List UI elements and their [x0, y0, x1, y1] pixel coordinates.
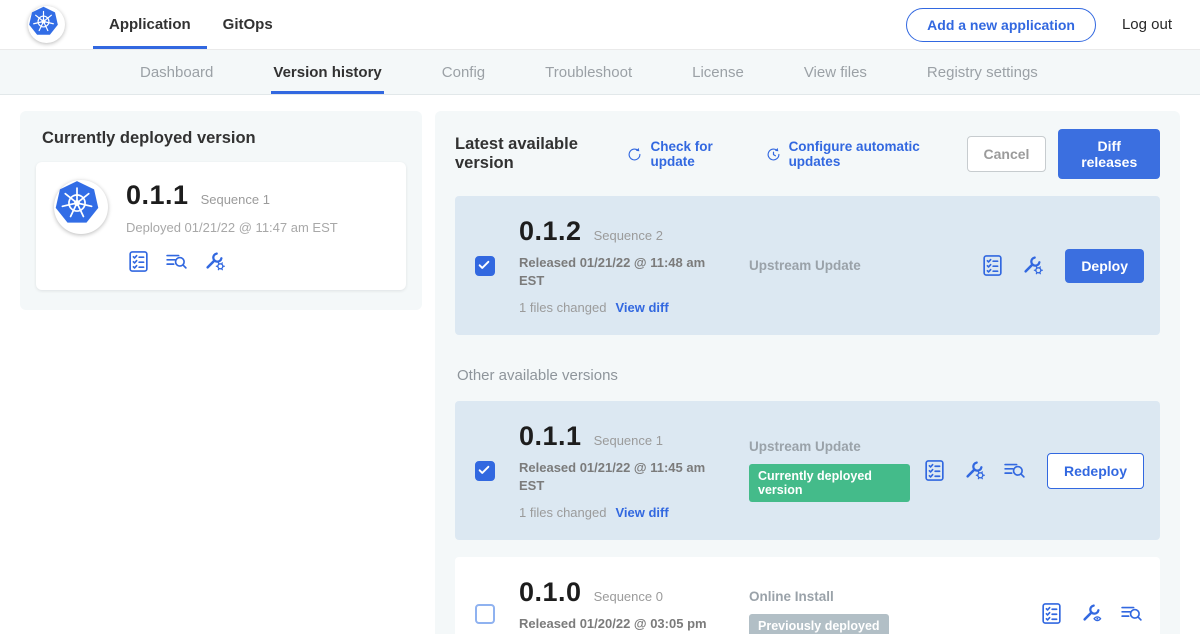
- source-label: Online Install: [749, 589, 1027, 604]
- version-source: Online Install Previously deployed: [749, 589, 1027, 634]
- version-row-0-1-0: 0.1.0 Sequence 0 Released 01/20/22 @ 03:…: [455, 557, 1160, 634]
- kubernetes-wheel-icon: [28, 6, 65, 43]
- sequence-label: Sequence 1: [594, 433, 663, 448]
- version-row-0-1-1: 0.1.1 Sequence 1 Released 01/21/22 @ 11:…: [455, 401, 1160, 540]
- released-timestamp: Released 01/21/22 @ 11:48 am EST: [519, 254, 715, 289]
- deployed-version-number: 0.1.1: [126, 180, 189, 211]
- deploy-logs-icon[interactable]: [1119, 601, 1144, 626]
- subnav-item-dashboard[interactable]: Dashboard: [138, 50, 215, 94]
- configure-automatic-updates-link[interactable]: Configure automatic updates: [765, 139, 941, 169]
- preflight-checks-icon[interactable]: [980, 253, 1005, 278]
- deploy-button[interactable]: Deploy: [1065, 249, 1144, 283]
- app-logo: [54, 180, 108, 234]
- clock-refresh-icon: [765, 146, 782, 163]
- version-source: Upstream Update: [749, 258, 968, 273]
- latest-version-header: Latest available version Check for updat…: [455, 129, 1160, 179]
- kubernetes-logo: [28, 6, 65, 43]
- sequence-label: Sequence 0: [594, 589, 663, 604]
- version-actions: Redeploy: [922, 453, 1144, 489]
- deploy-logs-icon[interactable]: [164, 249, 189, 274]
- latest-version-title: Latest available version: [455, 135, 610, 173]
- released-timestamp: Released 01/20/22 @ 03:05 pm EST: [519, 615, 715, 634]
- deployed-version-tile: 0.1.1 Sequence 1 Deployed 01/21/22 @ 11:…: [36, 162, 406, 290]
- currently-deployed-badge: Currently deployed version: [749, 464, 910, 502]
- check-for-update-label: Check for update: [650, 139, 738, 169]
- version-number: 0.1.2: [519, 216, 582, 247]
- sequence-label: Sequence 2: [594, 228, 663, 243]
- top-nav-right: Add a new application Log out: [906, 8, 1172, 42]
- edit-config-icon[interactable]: [1020, 253, 1045, 278]
- version-checkbox[interactable]: [475, 604, 495, 624]
- main-content: Currently deployed version 0.1.1 Sequenc…: [0, 95, 1200, 634]
- deployed-sequence-label: Sequence 1: [201, 192, 270, 207]
- version-actions: Deploy: [980, 249, 1144, 283]
- check-icon: [477, 258, 493, 274]
- deployed-version-info: 0.1.1 Sequence 1 Deployed 01/21/22 @ 11:…: [126, 180, 338, 274]
- redeploy-button[interactable]: Redeploy: [1047, 453, 1144, 489]
- subnav-item-registry-settings[interactable]: Registry settings: [925, 50, 1040, 94]
- version-info: 0.1.1 Sequence 1 Released 01/21/22 @ 11:…: [519, 421, 715, 520]
- version-number: 0.1.0: [519, 577, 582, 608]
- released-timestamp: Released 01/21/22 @ 11:45 am EST: [519, 459, 715, 494]
- version-checkbox[interactable]: [475, 461, 495, 481]
- app-sub-nav: Dashboard Version history Config Trouble…: [0, 50, 1200, 95]
- add-application-button[interactable]: Add a new application: [906, 8, 1096, 42]
- source-label: Upstream Update: [749, 439, 910, 454]
- edit-config-icon[interactable]: [202, 249, 227, 274]
- version-info: 0.1.0 Sequence 0 Released 01/20/22 @ 03:…: [519, 577, 715, 634]
- tab-application[interactable]: Application: [93, 0, 207, 49]
- preflight-checks-icon[interactable]: [922, 458, 947, 483]
- view-diff-link[interactable]: View diff: [615, 505, 668, 520]
- previously-deployed-badge: Previously deployed: [749, 614, 889, 634]
- source-label: Upstream Update: [749, 258, 968, 273]
- version-number: 0.1.1: [519, 421, 582, 452]
- check-icon: [477, 606, 493, 622]
- cancel-button[interactable]: Cancel: [967, 136, 1047, 172]
- currently-deployed-card: Currently deployed version 0.1.1 Sequenc…: [20, 111, 422, 310]
- deployed-card-title: Currently deployed version: [42, 129, 406, 148]
- check-icon: [477, 463, 493, 479]
- view-config-icon[interactable]: [1079, 601, 1104, 626]
- subnav-item-license[interactable]: License: [690, 50, 746, 94]
- configure-updates-label: Configure automatic updates: [789, 139, 941, 169]
- subnav-item-config[interactable]: Config: [440, 50, 487, 94]
- deploy-logs-icon[interactable]: [1002, 458, 1027, 483]
- kubernetes-wheel-icon: [54, 180, 108, 234]
- check-for-update-link[interactable]: Check for update: [626, 139, 738, 169]
- version-actions: [1039, 601, 1144, 626]
- deployed-timestamp: Deployed 01/21/22 @ 11:47 am EST: [126, 220, 338, 235]
- edit-config-icon[interactable]: [962, 458, 987, 483]
- version-row-0-1-2: 0.1.2 Sequence 2 Released 01/21/22 @ 11:…: [455, 196, 1160, 335]
- top-nav: Application GitOps Add a new application…: [0, 0, 1200, 50]
- subnav-item-troubleshoot[interactable]: Troubleshoot: [543, 50, 634, 94]
- other-versions-title: Other available versions: [457, 367, 1160, 384]
- preflight-checks-icon[interactable]: [1039, 601, 1064, 626]
- version-checkbox[interactable]: [475, 256, 495, 276]
- version-source: Upstream Update Currently deployed versi…: [749, 439, 910, 502]
- subnav-item-view-files[interactable]: View files: [802, 50, 869, 94]
- files-changed-label: 1 files changed: [519, 300, 606, 315]
- version-info: 0.1.2 Sequence 2 Released 01/21/22 @ 11:…: [519, 216, 715, 315]
- tab-gitops[interactable]: GitOps: [207, 0, 289, 49]
- preflight-checks-icon[interactable]: [126, 249, 151, 274]
- diff-releases-button[interactable]: Diff releases: [1058, 129, 1160, 179]
- refresh-icon: [626, 146, 643, 163]
- version-history-panel: Latest available version Check for updat…: [435, 111, 1180, 634]
- top-tabs: Application GitOps: [93, 0, 289, 49]
- view-diff-link[interactable]: View diff: [615, 300, 668, 315]
- subnav-item-version-history[interactable]: Version history: [271, 50, 383, 94]
- logout-link[interactable]: Log out: [1122, 16, 1172, 33]
- files-changed-label: 1 files changed: [519, 505, 606, 520]
